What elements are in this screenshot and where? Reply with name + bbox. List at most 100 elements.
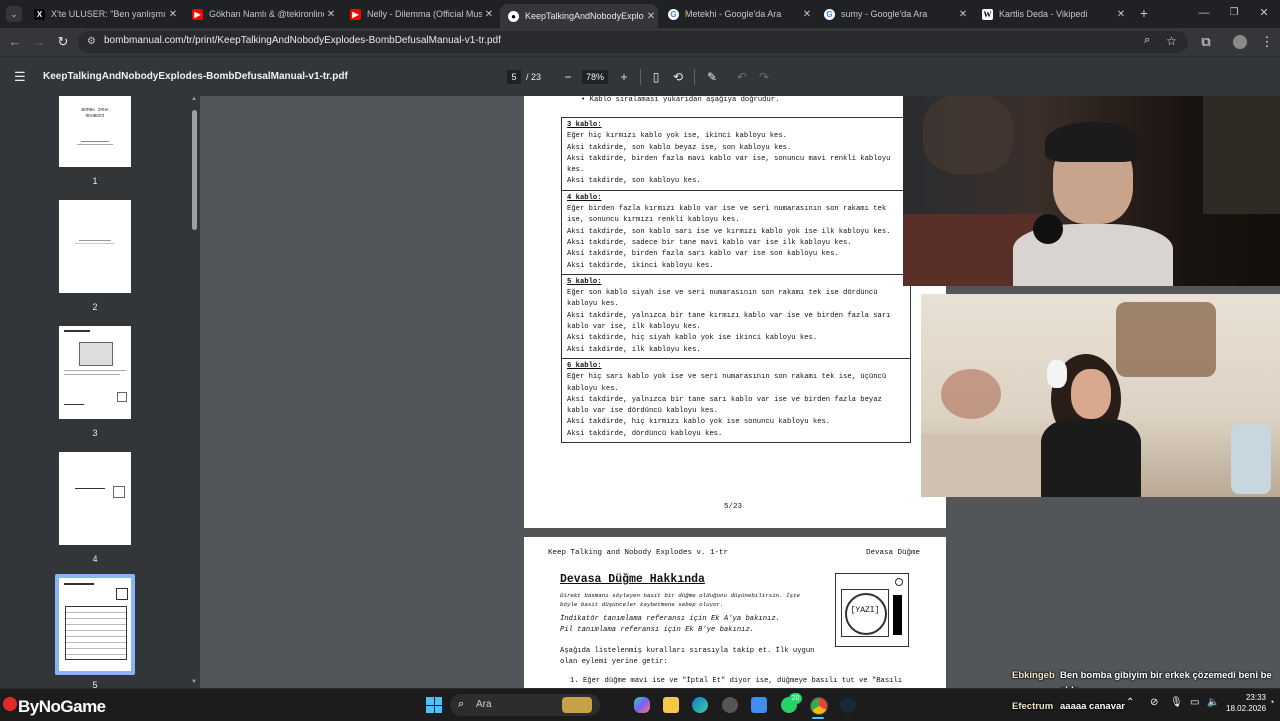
strip-indicator <box>893 595 902 635</box>
thumbnail-heading <box>64 583 94 585</box>
start-button[interactable] <box>426 697 442 713</box>
site-info-icon[interactable]: ⚙ <box>87 36 96 47</box>
chrome-icon[interactable] <box>810 697 828 715</box>
tray-chevron-icon[interactable]: ⌃ <box>1126 697 1134 708</box>
bynogame-logo: ByNoGame <box>0 691 118 721</box>
rule-heading: 4 kablo: <box>567 193 602 202</box>
close-window-button[interactable]: ✕ <box>1256 5 1272 21</box>
rule-section-5: 5 kablo: Eğer son kablo siyah ise ve ser… <box>562 275 910 359</box>
profile-avatar[interactable] <box>1233 35 1247 49</box>
rule-line: Aksi takdirde, hiç siyah kablo yok ise i… <box>567 334 818 343</box>
taskbar-search[interactable]: ⌕ Ara <box>450 694 600 716</box>
rotate-icon[interactable]: ⟲ <box>671 70 685 84</box>
store-icon[interactable] <box>751 697 767 713</box>
close-icon[interactable]: ✕ <box>324 9 338 20</box>
rule-line: Aksi takdirde, son kabloyu kes. <box>567 177 701 186</box>
close-icon[interactable]: ✕ <box>800 9 814 20</box>
copilot-icon[interactable] <box>634 697 650 713</box>
instruction-text: Aşağıda listelenmiş kuralları sırasıyla … <box>560 647 815 666</box>
maximize-button[interactable]: ❐ <box>1226 5 1242 21</box>
undo-icon[interactable]: ↶ <box>735 70 749 84</box>
back-button[interactable]: ← <box>7 34 23 50</box>
reload-button[interactable]: ↻ <box>55 34 71 50</box>
tab-wikipedia[interactable]: W Kartlis Deda - Vikipedi ✕ <box>974 3 1128 25</box>
close-icon[interactable]: ✕ <box>956 9 970 20</box>
tab-search-button[interactable]: ⌄ <box>6 6 22 22</box>
close-icon[interactable]: ✕ <box>644 11 658 22</box>
annotate-pen-icon[interactable]: ✎ <box>705 70 719 84</box>
sidebar-scrollbar[interactable]: ▲ ▼ <box>190 96 199 688</box>
zoom-out-button[interactable]: − <box>561 70 575 84</box>
extensions-icon[interactable]: ⧉ <box>1198 34 1214 50</box>
thumbnail-line <box>75 488 105 489</box>
thumbnail-page-3[interactable] <box>59 326 131 419</box>
room-wall-art <box>923 96 1013 174</box>
settings-icon[interactable] <box>722 697 738 713</box>
pdf-viewer[interactable]: • Kablo sıralaması yukarıdan aşağıya doğ… <box>200 96 1280 688</box>
close-icon[interactable]: ✕ <box>1114 9 1128 20</box>
thumbnail-page-4[interactable] <box>59 452 131 545</box>
rule-line: Aksi takdirde, sadece bir tane mavi kabl… <box>567 238 852 247</box>
page-header-left: Keep Talking and Nobody Explodes v. 1-tr <box>548 549 729 557</box>
person-hair <box>1045 122 1141 162</box>
reference-text: Pil tanımlama referansı için Ek B'ye bak… <box>560 626 755 634</box>
pdf-title: KeepTalkingAndNobodyExplodes-BombDefusal… <box>43 71 348 82</box>
clock[interactable]: 23:33 18.02.2026 <box>1226 693 1266 713</box>
tab-google-metekhi[interactable]: G Metekhi - Google'da Ara ✕ <box>660 3 814 25</box>
thumbnail-sidebar: BOMBA İMHA REHBERİ 1 2 3 4 5 <box>0 96 200 688</box>
browser-tab-strip: ⌄ X X'te ULUSER: "Ben yanlışmı duy ✕ ▶ G… <box>0 0 1280 28</box>
person-body <box>1041 419 1141 497</box>
new-tab-button[interactable]: + <box>1136 5 1152 21</box>
chat-username: Ebkingeb <box>1012 670 1055 681</box>
rule-line: Aksi takdirde, dördüncü kabloyu kes. <box>567 429 723 438</box>
address-bar[interactable]: ⚙ bombmanual.com/tr/print/KeepTalkingAnd… <box>78 31 1188 53</box>
forward-button[interactable]: → <box>31 34 47 50</box>
room-sofa <box>921 434 1041 497</box>
browser-toolbar: ← → ↻ ⚙ bombmanual.com/tr/print/KeepTalk… <box>0 28 1280 56</box>
windows-icon-tile <box>434 705 442 713</box>
thumbnail-line <box>75 243 115 244</box>
tab-bomb-manual[interactable]: ● KeepTalkingAndNobodyExplod ✕ <box>500 4 658 28</box>
display-icon[interactable]: ▭ <box>1190 697 1199 708</box>
tab-title: Nelly - Dilemma (Official Music <box>367 9 482 19</box>
close-icon[interactable]: ✕ <box>482 9 496 20</box>
room-wall-decor <box>1116 302 1216 377</box>
redo-icon[interactable]: ↷ <box>757 70 771 84</box>
volume-icon[interactable]: 🔈 <box>1207 697 1219 708</box>
thumbnail-figure <box>117 392 127 402</box>
steam-icon[interactable] <box>840 697 856 713</box>
tab-youtube-gokhan[interactable]: ▶ Gökhan Namlı & @tekironline ✕ <box>184 3 338 25</box>
rule-section-6: 6 kablo: Eğer hiç sarı kablo yok ise ve … <box>562 359 910 442</box>
scroll-up-arrow-icon[interactable]: ▲ <box>191 96 197 102</box>
thumbnail-page-1[interactable]: BOMBA İMHA REHBERİ <box>59 96 131 167</box>
search-highlight-image <box>562 697 592 713</box>
tab-youtube-nelly[interactable]: ▶ Nelly - Dilemma (Official Music ✕ <box>342 3 496 25</box>
tab-google-sumy[interactable]: G sumy - Google'da Ara ✕ <box>816 3 970 25</box>
webcam-streamer-2 <box>921 294 1280 497</box>
close-icon[interactable]: ✕ <box>166 9 180 20</box>
zoom-search-icon[interactable]: ⌕ <box>1144 34 1150 47</box>
zoom-in-button[interactable]: + <box>617 70 631 84</box>
rule-line: 1. Eğer düğme mavi ise ve "İptal Et" diy… <box>570 677 903 685</box>
menu-kebab-icon[interactable]: ⋮ <box>1259 34 1275 50</box>
fit-page-icon[interactable]: ▯ <box>649 70 663 84</box>
bookmark-star-icon[interactable]: ☆ <box>1166 34 1177 48</box>
windows-taskbar: ByNoGame ⌕ Ara 20 Efectrum aaaaa canavar… <box>0 688 1280 721</box>
hamburger-menu-icon[interactable]: ☰ <box>14 69 26 85</box>
thumbnail-title: BOMBA İMHA REHBERİ <box>81 108 109 119</box>
file-explorer-icon[interactable] <box>663 697 679 713</box>
microphone-icon[interactable]: 🎙 <box>1170 697 1183 708</box>
page-number-input[interactable]: 5 <box>507 70 521 84</box>
network-icon[interactable]: ⊘ <box>1150 697 1158 708</box>
thumbnail-page-5[interactable] <box>59 578 131 671</box>
thumbnail-line <box>77 144 113 145</box>
sidebar-scroll-thumb[interactable] <box>192 110 197 230</box>
tab-x-post[interactable]: X X'te ULUSER: "Ben yanlışmı duy ✕ <box>26 3 180 25</box>
scroll-down-arrow-icon[interactable]: ▼ <box>191 679 197 685</box>
zoom-input[interactable]: 78% <box>582 70 608 84</box>
minimize-button[interactable]: — <box>1196 5 1212 21</box>
rule-heading: 5 kablo: <box>567 277 602 286</box>
thumbnail-page-2[interactable] <box>59 200 131 293</box>
notification-bell-icon[interactable]: ◔ <box>1269 697 1274 707</box>
edge-icon[interactable] <box>692 697 708 713</box>
